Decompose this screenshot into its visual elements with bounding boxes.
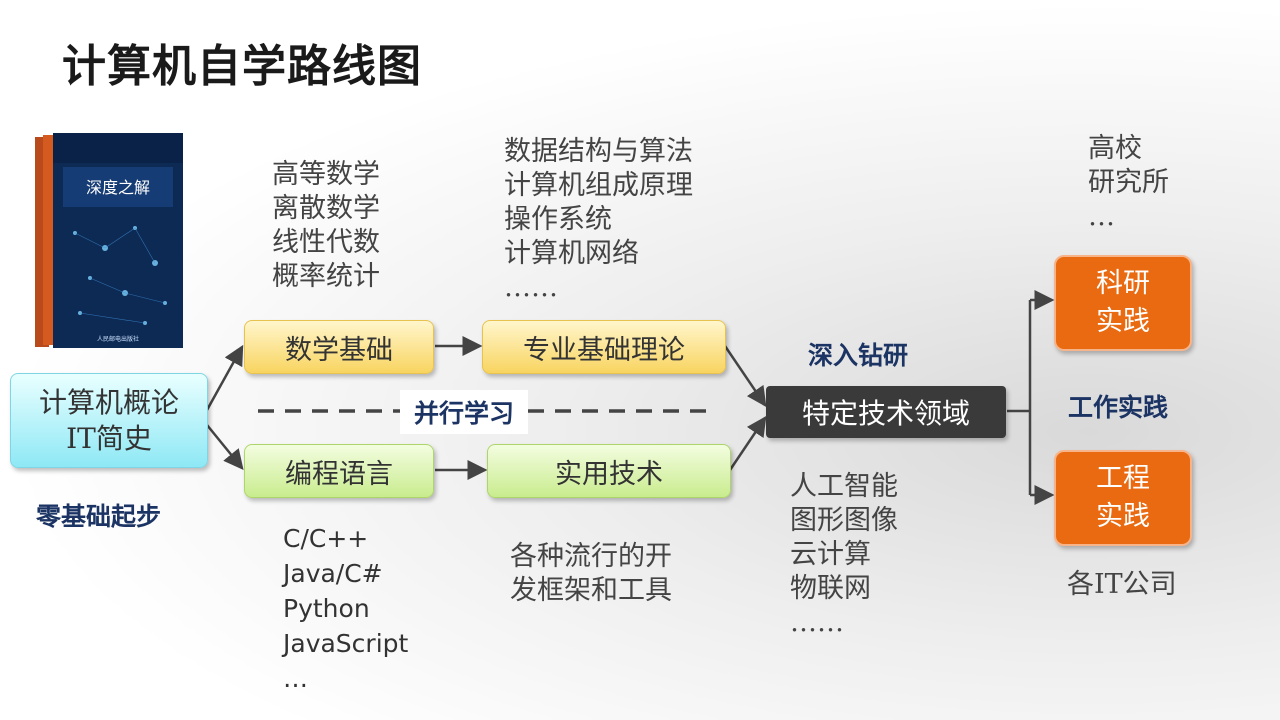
practical-tech-box: 实用技术 (487, 444, 731, 498)
theory-foundation-box: 专业基础理论 (482, 320, 726, 374)
engineering-practice-box: 工程 实践 (1054, 450, 1192, 546)
intro-box: 计算机概论 IT简史 (10, 373, 208, 468)
programming-topics: C/C++ Java/C# Python JavaScript … (283, 524, 409, 693)
programming-language-box: 编程语言 (244, 444, 434, 498)
specific-domain-box: 特定技术领域 (766, 386, 1006, 438)
research-practice-box: 科研 实践 (1054, 255, 1192, 351)
parallel-learning-label: 并行学习 (400, 390, 529, 434)
theory-topics: 数据结构与算法 计算机组成原理 操作系统 计算机网络 …… (504, 136, 693, 303)
start-label: 零基础起步 (36, 502, 162, 531)
work-practice-label: 工作实践 (1068, 393, 1169, 422)
math-foundation-box: 数学基础 (244, 320, 434, 374)
math-topics: 高等数学 离散数学 线性代数 概率统计 (272, 159, 380, 292)
specific-topics: 人工智能 图形图像 云计算 物联网 …… (790, 471, 898, 638)
research-places: 高校 研究所 … (1088, 133, 1169, 232)
deep-study-label: 深入钻研 (808, 341, 909, 370)
practical-topics: 各种流行的开 发框架和工具 (510, 541, 672, 606)
engineering-places: 各IT公司 (1067, 569, 1177, 600)
